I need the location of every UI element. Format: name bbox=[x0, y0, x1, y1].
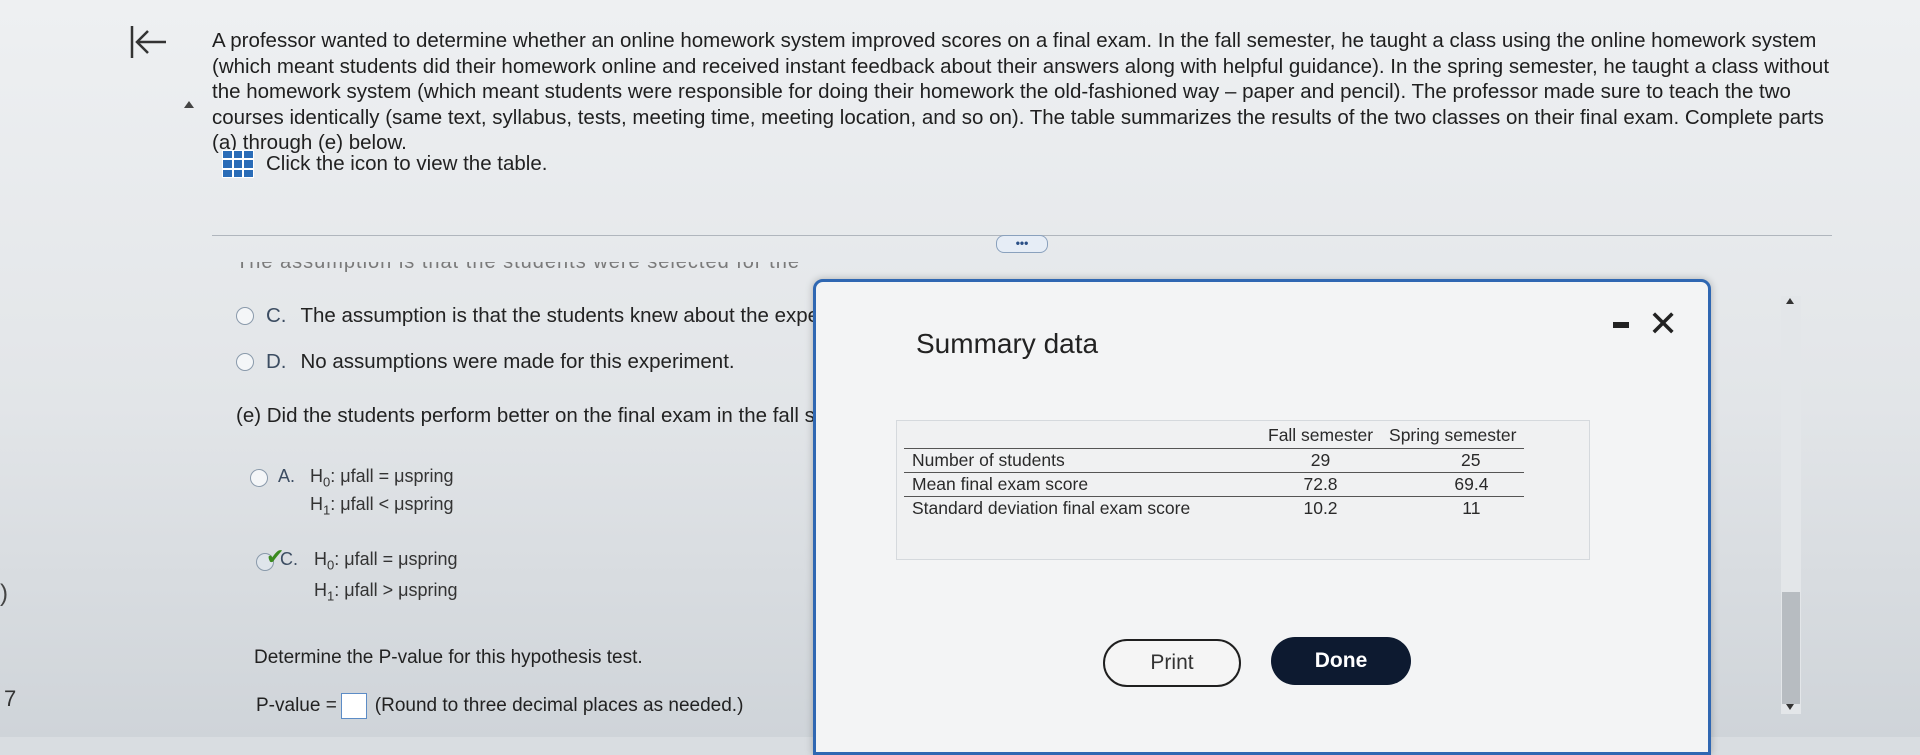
row-label: Mean final exam score bbox=[904, 472, 1260, 497]
option-d-prev[interactable]: D. No assumptions were made for this exp… bbox=[236, 350, 735, 374]
part-e-prompt: (e) Did the students perform better on t… bbox=[236, 404, 827, 427]
question-text: A professor wanted to determine whether … bbox=[212, 29, 1830, 154]
collapse-up-icon[interactable] bbox=[184, 101, 194, 108]
close-icon[interactable]: ✕ bbox=[1648, 304, 1678, 345]
cell-fall: 72.8 bbox=[1260, 472, 1382, 497]
summary-table: Fall semester Spring semester Number of … bbox=[904, 425, 1525, 521]
table-row: Number of students 29 25 bbox=[904, 448, 1525, 473]
done-button[interactable]: Done bbox=[1271, 637, 1411, 685]
edge-number: 7 bbox=[4, 686, 17, 711]
edge-brace: ) bbox=[0, 580, 8, 607]
cell-spring: 69.4 bbox=[1381, 472, 1525, 497]
scroll-up-icon[interactable] bbox=[1786, 298, 1794, 304]
view-table-link[interactable]: Click the icon to view the table. bbox=[222, 150, 547, 178]
option-a-h0: H0: μfall = μspring bbox=[310, 466, 454, 490]
row-label: Number of students bbox=[904, 448, 1260, 473]
cell-spring: 11 bbox=[1462, 498, 1481, 518]
pvalue-label: P-value = bbox=[256, 695, 337, 716]
determine-text: Determine the P-value for this hypothesi… bbox=[254, 647, 643, 668]
option-c-h0: H0: μfall = μspring bbox=[314, 549, 458, 573]
column-header bbox=[904, 425, 1260, 449]
cell-fall: 29 bbox=[1260, 448, 1382, 473]
minimize-icon[interactable] bbox=[1613, 322, 1629, 328]
cell-fall: 10.2 bbox=[1303, 498, 1338, 518]
option-letter: C. bbox=[266, 304, 287, 327]
page: A professor wanted to determine whether … bbox=[0, 0, 1920, 755]
table-row: Mean final exam score 72.8 69.4 bbox=[904, 472, 1525, 497]
pvalue-row: P-value = (Round to three decimal places… bbox=[256, 693, 743, 719]
radio-a[interactable] bbox=[250, 469, 268, 487]
column-header: Fall semester bbox=[1268, 425, 1374, 445]
option-letter: D. bbox=[266, 350, 287, 373]
scrollbar-thumb[interactable] bbox=[1782, 592, 1800, 704]
pvalue-hint: (Round to three decimal places as needed… bbox=[374, 695, 744, 716]
cell-spring: 25 bbox=[1381, 448, 1525, 473]
print-button[interactable]: Print bbox=[1103, 639, 1241, 687]
radio-button[interactable] bbox=[236, 353, 254, 371]
pvalue-input[interactable] bbox=[340, 693, 367, 719]
table-row: Standard deviation final exam score 10.2… bbox=[904, 497, 1524, 521]
table-icon[interactable] bbox=[222, 150, 254, 178]
more-button[interactable]: ••• bbox=[996, 235, 1048, 253]
view-table-label: Click the icon to view the table. bbox=[266, 152, 548, 175]
dialog-title: Summary data bbox=[916, 328, 1099, 359]
option-a-h1: H1: μfall < μspring bbox=[310, 494, 454, 518]
option-c-h1: H1: μfall > μspring bbox=[314, 580, 458, 604]
clipped-option-text: The assumption is that the students were… bbox=[236, 262, 800, 273]
option-a-letter: A. bbox=[278, 466, 296, 486]
collapse-left-icon[interactable] bbox=[128, 22, 168, 62]
option-c-prev[interactable]: C. The assumption is that the students k… bbox=[236, 304, 819, 328]
option-text: No assumptions were made for this experi… bbox=[300, 350, 735, 373]
row-label: Standard deviation final exam score bbox=[912, 498, 1191, 518]
scroll-down-icon[interactable] bbox=[1786, 704, 1794, 710]
radio-button[interactable] bbox=[236, 307, 254, 325]
summary-data-dialog: Summary data ✕ Fall semester Spring seme… bbox=[813, 279, 1711, 755]
option-text: The assumption is that the students knew… bbox=[300, 304, 820, 327]
column-header: Spring semester bbox=[1389, 425, 1517, 445]
option-c-letter: C. bbox=[280, 549, 298, 569]
table-header: Fall semester Spring semester bbox=[904, 425, 1524, 449]
